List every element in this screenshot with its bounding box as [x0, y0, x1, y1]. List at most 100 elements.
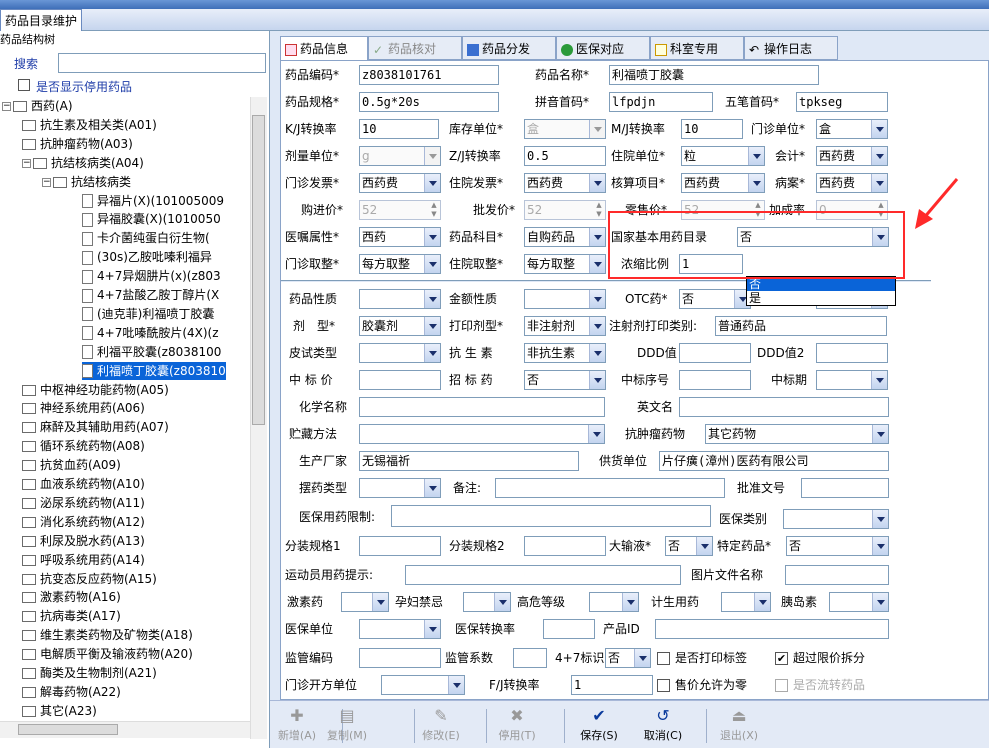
disable-button[interactable]: ✖ 停用(T) [494, 705, 540, 747]
window-tab[interactable]: 药品目录维护 [0, 9, 83, 31]
tree-node[interactable]: 消化系统药物(A12) [22, 513, 145, 531]
chem-input[interactable] [359, 397, 605, 417]
fj-input[interactable]: 1 [571, 675, 653, 695]
show-disabled-checkbox[interactable] [18, 79, 30, 91]
supplier-input[interactable]: 片仔癀(漳州)医药有限公司 [659, 451, 889, 471]
tab-drug-dispense[interactable]: 药品分发 [462, 36, 556, 60]
special-select[interactable]: 否 [786, 536, 889, 556]
tree-node[interactable]: 异福胶囊(X)(1010050 [82, 210, 221, 228]
place-select[interactable] [359, 478, 441, 498]
ddd2-input[interactable] [816, 343, 888, 363]
case-select[interactable]: 西药费 [816, 173, 888, 193]
flow-checkbox[interactable] [775, 679, 788, 692]
bid-price-input[interactable] [359, 370, 441, 390]
supervise-input[interactable] [359, 648, 441, 668]
tree-node[interactable]: (迪克菲)利福喷丁胶囊 [82, 305, 214, 323]
ins-unit-select[interactable] [359, 619, 441, 639]
kj-input[interactable]: 10 [359, 119, 439, 139]
save-button[interactable]: ✔ 保存(S) [576, 705, 622, 747]
pack2-input[interactable] [524, 536, 606, 556]
tab-drug-info[interactable]: 药品信息 [280, 36, 368, 60]
tree-node[interactable]: 抗病毒类(A17) [22, 607, 121, 625]
tree-node[interactable]: 抗贫血药(A09) [22, 456, 121, 474]
collapse-toggle-icon[interactable]: − [42, 177, 51, 187]
zero-price-checkbox[interactable] [657, 679, 670, 692]
sup-coef-input[interactable] [513, 648, 547, 668]
tree-node[interactable]: 其它(A23) [22, 702, 97, 720]
hormone-select[interactable] [341, 592, 389, 612]
storage-select[interactable] [359, 424, 605, 444]
tree-node[interactable]: − 西药(A) [2, 97, 73, 115]
tree-node[interactable]: 中枢神经功能药物(A05) [22, 381, 169, 399]
inj-print-input[interactable]: 普通药品 [715, 316, 887, 336]
athlete-input[interactable] [405, 565, 681, 585]
tree-node[interactable]: 利尿及脱水药(A13) [22, 532, 145, 550]
ddd-input[interactable] [679, 343, 751, 363]
mj-input[interactable]: 10 [681, 119, 743, 139]
subject-select[interactable]: 自购药品 [524, 227, 606, 247]
tab-log[interactable]: ↶ 操作日志 [744, 36, 838, 60]
tab-insurance[interactable]: 医保对应 [556, 36, 650, 60]
tree-node[interactable]: − 抗结核病类 [42, 173, 131, 191]
tree-node[interactable]: 泌尿系统药物(A11) [22, 494, 145, 512]
tree-node[interactable]: − 抗结核病类(A04) [22, 154, 144, 172]
tree-node[interactable]: 利福平胶囊(z8038100 [82, 343, 221, 361]
maker-input[interactable]: 无锡福祈 [359, 451, 579, 471]
tree-node[interactable]: 呼吸系统用药(A14) [22, 551, 145, 569]
product-id-input[interactable] [655, 619, 889, 639]
edit-button[interactable]: ✎ 修改(E) [418, 705, 464, 747]
cancel-button[interactable]: ↺ 取消(C) [640, 705, 686, 747]
collapse-toggle-icon[interactable]: − [22, 158, 31, 168]
dropdown-option[interactable]: 否 [747, 277, 895, 291]
tab-drug-check[interactable]: ✓ 药品核对 [368, 36, 462, 60]
bid-period-select[interactable] [816, 370, 888, 390]
calc-item-select[interactable]: 西药费 [681, 173, 765, 193]
stock-unit-select[interactable]: 盒 [524, 119, 606, 139]
buy-price-spinner[interactable]: 52 ▲ ▼ [359, 200, 441, 220]
op-invoice-select[interactable]: 西药费 [359, 173, 441, 193]
amount-select[interactable] [524, 289, 606, 309]
tree-node[interactable]: 抗肿瘤药物(A03) [22, 135, 133, 153]
op-unit-select[interactable]: 盒 [816, 119, 888, 139]
zj-input[interactable]: 0.5 [524, 146, 606, 166]
ip-unit-select[interactable]: 粒 [681, 146, 765, 166]
tree-node[interactable]: 维生素类药物及矿物类(A18) [22, 626, 193, 644]
tree-node[interactable]: 麻醉及其辅助用药(A07) [22, 418, 169, 436]
tree-node[interactable]: 神经系统用药(A06) [22, 399, 145, 417]
tab-department[interactable]: 科室专用 [650, 36, 744, 60]
tree-node[interactable]: 利福喷丁胶囊(z803810 [82, 361, 226, 380]
tree-node[interactable]: 酶类及生物制剂(A21) [22, 664, 157, 682]
ins-limit-input[interactable] [391, 505, 711, 527]
tree-node[interactable]: 卡介菌纯蛋白衍生物( [82, 229, 210, 247]
copy-button[interactable]: ▤ 复制(M) [324, 705, 370, 747]
tree-node[interactable]: 激素药物(A16) [22, 588, 121, 606]
insulin-select[interactable] [829, 592, 889, 612]
search-input[interactable] [58, 53, 266, 73]
family-select[interactable] [721, 592, 771, 612]
wubi-input[interactable]: tpkseg [796, 92, 888, 112]
ip-round-select[interactable]: 每方取整 [524, 254, 606, 274]
antitumor-select[interactable]: 其它药物 [705, 424, 889, 444]
acct-select[interactable]: 西药费 [816, 146, 888, 166]
print-label-checkbox[interactable] [657, 652, 670, 665]
preg-select[interactable] [463, 592, 511, 612]
collapse-toggle-icon[interactable]: − [2, 102, 11, 111]
tree-node[interactable]: 电解质平衡及输液药物(A20) [22, 645, 193, 663]
tree-node[interactable]: 解毒药物(A22) [22, 683, 121, 701]
drug-name-input[interactable]: 利福喷丁胶囊 [609, 65, 819, 85]
op-round-select[interactable]: 每方取整 [359, 254, 441, 274]
order-attr-select[interactable]: 西药 [359, 227, 441, 247]
add-button[interactable]: ✚ 新增(A) [274, 705, 320, 747]
nature-select[interactable] [359, 289, 441, 309]
bid-select[interactable]: 否 [524, 370, 606, 390]
en-input[interactable] [679, 397, 889, 417]
skin-select[interactable] [359, 343, 441, 363]
tree-node[interactable]: 4+7吡嗪酰胺片(4X)(z [82, 324, 219, 342]
tree-node[interactable]: 4+7盐酸乙胺丁醇片(X [82, 286, 219, 304]
tree-node[interactable]: 血液系统药物(A10) [22, 475, 145, 493]
antibiotic-select[interactable]: 非抗生素 [524, 343, 606, 363]
tree-node[interactable]: 抗变态反应药物(A15) [22, 570, 157, 588]
tree-scroll-thumb[interactable] [252, 115, 265, 425]
wholesale-spinner[interactable]: 52 ▲ ▼ [524, 200, 606, 220]
print-form-select[interactable]: 非注射剂 [524, 316, 606, 336]
